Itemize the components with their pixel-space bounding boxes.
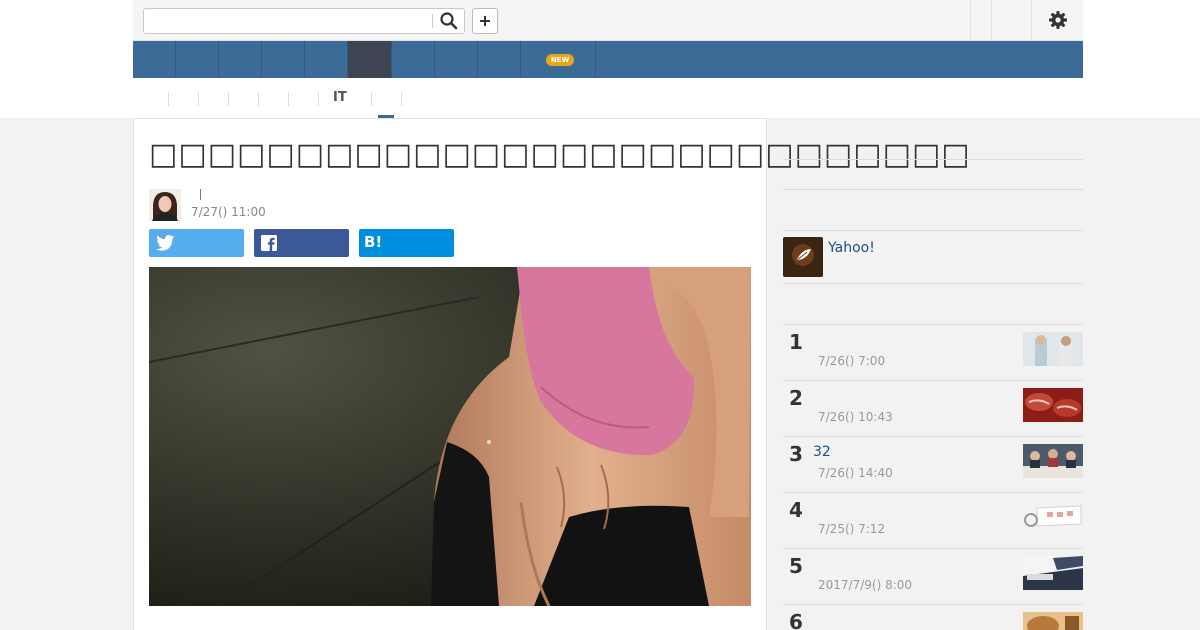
search-box	[143, 8, 465, 34]
search-divider	[432, 14, 433, 28]
nav-item[interactable]	[176, 41, 219, 78]
subnav-divider	[168, 92, 169, 106]
ranking-number: 4	[789, 498, 803, 522]
sidebar-divider	[783, 283, 1083, 284]
sub-nav: IT	[133, 78, 1083, 118]
nav-item-new[interactable]: NEW	[521, 41, 596, 78]
ranking-number: 2	[789, 386, 803, 410]
ranking-item[interactable]: 5 2017/7/9() 8:00	[783, 548, 1083, 604]
ranking-date: 7/26() 7:00	[818, 354, 886, 368]
sidebar-divider	[783, 159, 1083, 160]
plus-icon	[480, 16, 490, 26]
toolbar-divider	[970, 0, 971, 40]
yahoo-link[interactable]: Yahoo!	[828, 240, 875, 256]
ranking-item[interactable]: 1 7/26() 7:00	[783, 324, 1083, 380]
subnav-divider	[198, 92, 199, 106]
ranking-date: 7/26() 14:40	[818, 466, 893, 480]
sidebar-divider	[783, 230, 1083, 231]
ranking-date: 7/25() 7:12	[818, 522, 886, 536]
ranking-title: 32	[813, 444, 831, 460]
nav-item[interactable]	[219, 41, 262, 78]
facebook-icon	[261, 235, 277, 251]
ranking-thumbnail	[1023, 332, 1083, 366]
nav-item[interactable]	[133, 41, 176, 78]
settings-button[interactable]	[1048, 10, 1068, 30]
subnav-divider	[318, 92, 319, 106]
sidebar-divider	[783, 189, 1083, 190]
author-separator	[200, 189, 201, 200]
author-avatar[interactable]	[149, 189, 181, 221]
sidebar: Yahoo! 1 7/26() 7:00 2 7/26() 10:43 3 32…	[783, 118, 1083, 630]
ranking-date: 2017/7/9() 8:00	[818, 578, 913, 592]
subnav-divider	[258, 92, 259, 106]
subnav-divider	[401, 92, 402, 106]
category-nav: NEW	[133, 41, 1083, 78]
nav-item[interactable]	[478, 41, 521, 78]
subnav-divider	[371, 92, 372, 106]
ranking-item[interactable]: 4 7/25() 7:12	[783, 492, 1083, 548]
search-button[interactable]	[438, 11, 460, 31]
ranking-number: 5	[789, 554, 803, 578]
nav-item[interactable]	[305, 41, 348, 78]
ranking-item[interactable]: 3 32 7/26() 14:40	[783, 436, 1083, 492]
article-main-image	[149, 267, 751, 606]
subnav-item-it[interactable]: IT	[333, 90, 347, 105]
hatena-bookmark-button[interactable]: B!	[359, 229, 454, 257]
ranking-date: 7/26() 10:43	[818, 410, 893, 424]
yahoo-feather-icon[interactable]	[783, 237, 823, 277]
nav-item[interactable]	[435, 41, 478, 78]
subnav-divider	[228, 92, 229, 106]
facebook-share-button[interactable]	[254, 229, 349, 257]
ranking-thumbnail	[1023, 500, 1083, 534]
ranking-thumbnail	[1023, 556, 1083, 590]
top-bar	[133, 0, 1083, 41]
nav-item[interactable]	[262, 41, 305, 78]
ranking-item[interactable]: 6	[783, 604, 1083, 630]
ranking-number: 6	[789, 610, 803, 630]
ranking-number: 1	[789, 330, 803, 354]
ranking-thumbnail	[1023, 444, 1083, 478]
nav-item[interactable]	[392, 41, 435, 78]
toolbar-divider	[1031, 0, 1032, 40]
hatena-icon: B!	[364, 233, 383, 251]
toolbar-divider	[991, 0, 992, 40]
nav-item-active[interactable]	[348, 41, 392, 78]
article-card: □□□□□□□□□□□□□□□□□□□□□□□□□□□□ 7/27() 11:0…	[133, 118, 970, 630]
new-badge: NEW	[546, 54, 574, 66]
subnav-divider	[288, 92, 289, 106]
ranking-item[interactable]: 2 7/26() 10:43	[783, 380, 1083, 436]
ranking-thumbnail	[1023, 612, 1083, 630]
article-date: 7/27() 11:00	[191, 205, 266, 219]
ranking-number: 3	[789, 442, 803, 466]
search-icon	[440, 12, 458, 30]
search-input[interactable]	[148, 12, 428, 30]
twitter-icon	[156, 234, 174, 251]
twitter-share-button[interactable]	[149, 229, 244, 257]
add-button[interactable]	[472, 8, 498, 34]
gear-icon	[1049, 11, 1067, 29]
ranking-thumbnail	[1023, 388, 1083, 422]
